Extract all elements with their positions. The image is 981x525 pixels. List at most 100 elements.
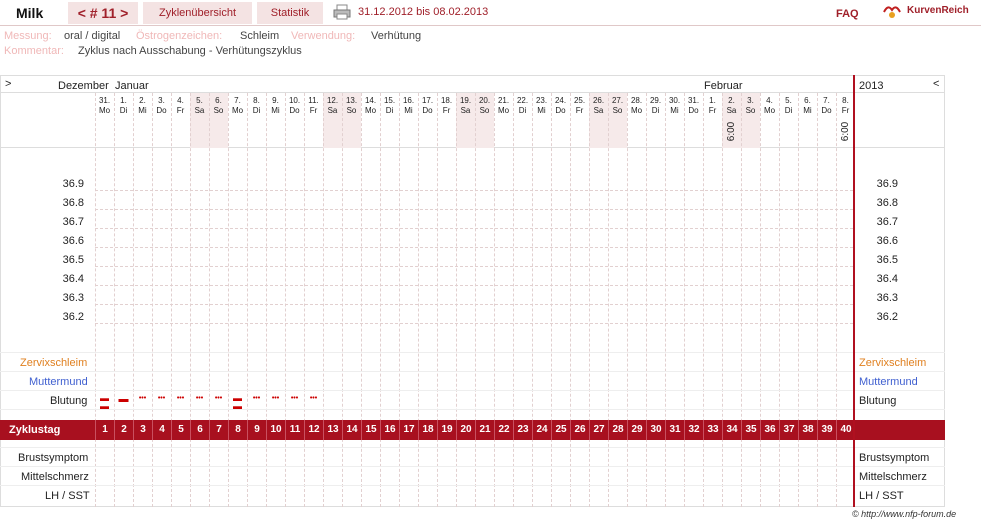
zyklustag-number[interactable]: 4 <box>152 420 171 440</box>
day-header[interactable]: 5. Sa <box>190 96 209 116</box>
day-header[interactable]: 1. Fr <box>703 96 722 116</box>
zyklustag-number[interactable]: 35 <box>741 420 760 440</box>
day-header[interactable]: 22. Di <box>513 96 532 116</box>
day-header[interactable]: 6. Mi <box>798 96 817 116</box>
day-header[interactable]: 20. So <box>475 96 494 116</box>
day-header[interactable]: 14. Mo <box>361 96 380 116</box>
day-header[interactable]: 5. Di <box>779 96 798 116</box>
day-header[interactable]: 4. Mo <box>760 96 779 116</box>
blutung-marker[interactable]: ••• <box>133 395 152 403</box>
blutung-marker[interactable]: ••• <box>152 395 171 403</box>
nav-right[interactable]: < <box>933 78 939 90</box>
day-header[interactable]: 2. Sa <box>722 96 741 116</box>
faq-link[interactable]: FAQ <box>836 8 859 20</box>
day-header[interactable]: 7. Mo <box>228 96 247 116</box>
day-header[interactable]: 31. Do <box>684 96 703 116</box>
day-header[interactable]: 11. Fr <box>304 96 323 116</box>
day-header[interactable]: 3. Do <box>152 96 171 116</box>
zyklustag-number[interactable]: 8 <box>228 420 247 440</box>
zyklustag-number[interactable]: 14 <box>342 420 361 440</box>
zyklustag-number[interactable]: 12 <box>304 420 323 440</box>
zyklustag-number[interactable]: 25 <box>551 420 570 440</box>
zyklustag-number[interactable]: 17 <box>399 420 418 440</box>
blutung-marker[interactable]: ••• <box>247 395 266 403</box>
day-header[interactable]: 27. So <box>608 96 627 116</box>
day-header[interactable]: 15. Di <box>380 96 399 116</box>
zyklustag-number[interactable]: 29 <box>627 420 646 440</box>
day-header[interactable]: 17. Do <box>418 96 437 116</box>
day-header[interactable]: 30. Mi <box>665 96 684 116</box>
zyklustag-number[interactable]: 30 <box>646 420 665 440</box>
blutung-marker[interactable]: ••• <box>304 395 323 403</box>
zyklustag-number[interactable]: 13 <box>323 420 342 440</box>
cycle-nav[interactable]: < # 11 > <box>68 2 138 24</box>
day-header[interactable]: 25. Fr <box>570 96 589 116</box>
zyklustag-number[interactable]: 22 <box>494 420 513 440</box>
zyklustag-number[interactable]: 6 <box>190 420 209 440</box>
day-header[interactable]: 4. Fr <box>171 96 190 116</box>
zyklustag-number[interactable]: 1 <box>95 420 114 440</box>
day-gridline <box>627 93 628 507</box>
zyklustag-number[interactable]: 27 <box>589 420 608 440</box>
zyklustag-number[interactable]: 18 <box>418 420 437 440</box>
day-header[interactable]: 31. Mo <box>95 96 114 116</box>
day-header[interactable]: 19. Sa <box>456 96 475 116</box>
zyklustag-number[interactable]: 7 <box>209 420 228 440</box>
zyklustag-number[interactable]: 9 <box>247 420 266 440</box>
brand-name[interactable]: KurvenReich <box>907 5 969 16</box>
day-header[interactable]: 6. So <box>209 96 228 116</box>
zyklustag-number[interactable]: 33 <box>703 420 722 440</box>
zyklustag-number[interactable]: 24 <box>532 420 551 440</box>
day-header[interactable]: 18. Fr <box>437 96 456 116</box>
day-header[interactable]: 2. Mi <box>133 96 152 116</box>
row-divider <box>0 352 945 353</box>
tab-zyklenuebersicht[interactable]: Zyklenübersicht <box>143 2 252 24</box>
day-header[interactable]: 23. Mi <box>532 96 551 116</box>
blutung-marker[interactable]: ▬ ▬ <box>95 394 114 411</box>
zyklustag-number[interactable]: 20 <box>456 420 475 440</box>
blutung-marker[interactable]: ••• <box>285 395 304 403</box>
day-header[interactable]: 9. Mi <box>266 96 285 116</box>
zyklustag-number[interactable]: 34 <box>722 420 741 440</box>
zyklustag-number[interactable]: 10 <box>266 420 285 440</box>
zyklustag-number[interactable]: 32 <box>684 420 703 440</box>
zyklustag-number[interactable]: 3 <box>133 420 152 440</box>
day-header[interactable]: 1. Di <box>114 96 133 116</box>
day-header[interactable]: 24. Do <box>551 96 570 116</box>
day-header[interactable]: 16. Mi <box>399 96 418 116</box>
blutung-marker[interactable]: ••• <box>266 395 285 403</box>
print-icon[interactable] <box>333 4 351 20</box>
blutung-marker[interactable]: ▬ <box>114 395 133 405</box>
zyklustag-number[interactable]: 16 <box>380 420 399 440</box>
blutung-marker[interactable]: ▬ ▬ <box>228 394 247 411</box>
zyklustag-number[interactable]: 38 <box>798 420 817 440</box>
day-header[interactable]: 29. Di <box>646 96 665 116</box>
zyklustag-number[interactable]: 23 <box>513 420 532 440</box>
zyklustag-number[interactable]: 39 <box>817 420 836 440</box>
zyklustag-number[interactable]: 2 <box>114 420 133 440</box>
blutung-marker[interactable]: ••• <box>190 395 209 403</box>
zyklustag-number[interactable]: 15 <box>361 420 380 440</box>
day-header[interactable]: 21. Mo <box>494 96 513 116</box>
day-header[interactable]: 28. Mo <box>627 96 646 116</box>
zyklustag-number[interactable]: 28 <box>608 420 627 440</box>
zyklustag-number[interactable]: 37 <box>779 420 798 440</box>
zyklustag-number[interactable]: 19 <box>437 420 456 440</box>
day-header[interactable]: 10. Do <box>285 96 304 116</box>
day-header[interactable]: 3. So <box>741 96 760 116</box>
zyklustag-number[interactable]: 31 <box>665 420 684 440</box>
tab-statistik[interactable]: Statistik <box>257 2 323 24</box>
zyklustag-number[interactable]: 21 <box>475 420 494 440</box>
day-header[interactable]: 26. Sa <box>589 96 608 116</box>
zyklustag-number[interactable]: 26 <box>570 420 589 440</box>
day-header[interactable]: 12. Sa <box>323 96 342 116</box>
day-header[interactable]: 7. Do <box>817 96 836 116</box>
blutung-marker[interactable]: ••• <box>171 395 190 403</box>
day-header[interactable]: 13. So <box>342 96 361 116</box>
zyklustag-number[interactable]: 5 <box>171 420 190 440</box>
nav-left[interactable]: > <box>5 78 11 90</box>
day-header[interactable]: 8. Di <box>247 96 266 116</box>
zyklustag-number[interactable]: 36 <box>760 420 779 440</box>
blutung-marker[interactable]: ••• <box>209 395 228 403</box>
zyklustag-number[interactable]: 11 <box>285 420 304 440</box>
